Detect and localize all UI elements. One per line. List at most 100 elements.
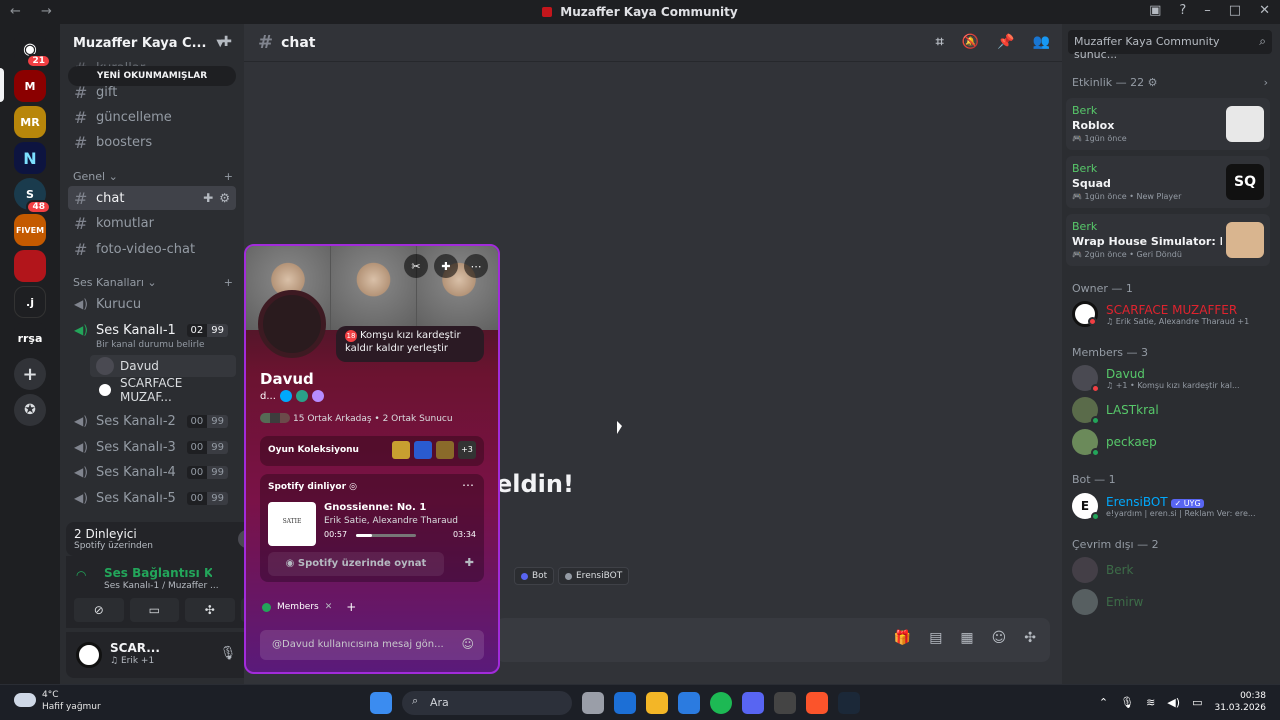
- profile-avatar[interactable]: [258, 290, 326, 358]
- channel-status[interactable]: Bir kanal durumu belirle: [96, 340, 205, 350]
- channel-chat[interactable]: # chat ✚ ⚙: [68, 186, 236, 210]
- minimize-button[interactable]: –: [1204, 3, 1211, 18]
- task-view-icon[interactable]: [582, 692, 604, 714]
- message-input[interactable]: @Davud kullanıcısına mesaj gön... ☺: [260, 630, 484, 660]
- direct-messages-icon[interactable]: ◉ 21: [14, 32, 51, 68]
- server-j-icon[interactable]: .j: [14, 286, 46, 318]
- voice-ses-kanali-3[interactable]: ◀) Ses Kanalı-3 00 99: [68, 435, 236, 459]
- add-server-icon[interactable]: +: [14, 358, 46, 390]
- voice-user-scarface[interactable]: SCARFACE MUZAF...: [90, 376, 236, 404]
- connection-sub[interactable]: Ses Kanalı-1 / Muzaffer ...: [104, 581, 219, 591]
- voice-ses-kanali-4[interactable]: ◀) Ses Kanalı-4 00 99: [68, 460, 236, 484]
- spotify-icon[interactable]: [710, 692, 732, 714]
- activities-icon[interactable]: ✣: [185, 598, 235, 622]
- gif-icon[interactable]: ▤: [929, 630, 942, 646]
- obs-icon[interactable]: [774, 692, 796, 714]
- album-cover[interactable]: SATIE: [268, 502, 316, 546]
- voice-kurucu[interactable]: ◀) Kurucu: [68, 292, 236, 316]
- member-davud[interactable]: Davud ♫ +1 • Komşu kızı kardeştir kal...: [1072, 362, 1272, 394]
- help-icon[interactable]: ?: [1179, 3, 1186, 18]
- activity-card[interactable]: Berk Squad 🎮 1gün önce • New Player SQ: [1066, 156, 1270, 208]
- sticker-icon[interactable]: ▦: [960, 630, 973, 646]
- clock[interactable]: 00:38 31.03.2026: [1214, 690, 1266, 714]
- server-mr-icon[interactable]: MR: [14, 106, 46, 138]
- mutuals[interactable]: 15 Ortak Arkadaş • 2 Ortak Sunucu: [260, 413, 453, 424]
- user-avatar[interactable]: [76, 642, 102, 668]
- taskbar-search[interactable]: ⌕ Ara: [402, 691, 572, 715]
- member-owner[interactable]: SCARFACE MUZAFFER ♫ Erik Satie, Alexandre…: [1072, 298, 1272, 330]
- server-header[interactable]: Muzaffer Kaya C... ▼ ✚: [60, 24, 244, 62]
- voice-ses-kanali-2[interactable]: ◀) Ses Kanalı-2 00 99: [68, 409, 236, 433]
- store-icon[interactable]: [678, 692, 700, 714]
- tray-chevron-icon[interactable]: ⌃: [1099, 696, 1108, 709]
- game-collection[interactable]: Oyun Koleksiyonu +3: [260, 436, 484, 466]
- microphone-icon[interactable]: 🎙: [220, 646, 237, 661]
- tag-bot[interactable]: Bot: [514, 567, 555, 585]
- gear-icon[interactable]: ⚙: [219, 191, 230, 205]
- pin-icon[interactable]: 📌: [997, 34, 1014, 50]
- more-icon[interactable]: ⋯: [462, 478, 474, 492]
- member-lastkral[interactable]: LASTkral: [1072, 394, 1272, 426]
- add-channel-icon[interactable]: +: [224, 170, 233, 183]
- gift-icon[interactable]: 🎁: [894, 630, 911, 646]
- screen-share-icon[interactable]: ▭: [129, 598, 179, 622]
- invite-icon[interactable]: ✚: [220, 34, 232, 50]
- listen-along-icon[interactable]: ✚: [465, 556, 474, 569]
- invite-icon[interactable]: ✚: [203, 191, 213, 205]
- add-friend-icon[interactable]: ✚: [434, 254, 458, 278]
- server-rrsa-icon[interactable]: rrşa: [14, 322, 46, 354]
- server-red-icon[interactable]: [14, 250, 46, 282]
- wifi-icon[interactable]: ≋: [1146, 696, 1155, 709]
- category-voice[interactable]: Ses Kanalları ⌄ +: [73, 276, 233, 289]
- threads-icon[interactable]: ⌗: [936, 34, 944, 50]
- voice-ses-kanali-5[interactable]: ◀) Ses Kanalı-5 00 99: [68, 486, 236, 510]
- steam-icon[interactable]: [838, 692, 860, 714]
- remove-role-icon[interactable]: ✕: [325, 602, 333, 612]
- camera-off-icon[interactable]: ⊘: [74, 598, 124, 622]
- server-fivem-icon[interactable]: FIVEM: [14, 214, 46, 246]
- server-muzaffer-icon[interactable]: M: [14, 70, 46, 102]
- search-input[interactable]: Muzaffer Kaya Community sunuc... ⌕: [1068, 30, 1272, 61]
- chevron-right-icon[interactable]: ›: [1264, 76, 1268, 89]
- emoji-icon[interactable]: ☺: [461, 637, 474, 651]
- inbox-icon[interactable]: ▣: [1149, 3, 1161, 18]
- discord-icon[interactable]: [742, 692, 764, 714]
- microphone-icon[interactable]: 🎙: [1120, 696, 1134, 709]
- battery-icon[interactable]: ▭: [1192, 696, 1202, 709]
- volume-icon[interactable]: ◀): [1167, 696, 1180, 709]
- file-explorer-icon[interactable]: [646, 692, 668, 714]
- activity-card[interactable]: Berk Wrap House Simulator: Pro... 🎮 2gün…: [1066, 214, 1270, 266]
- channel-guncelleme[interactable]: # güncelleme: [68, 105, 236, 129]
- tag-erensibot[interactable]: ErensiBOT: [558, 567, 630, 585]
- brave-icon[interactable]: [806, 692, 828, 714]
- more-icon[interactable]: ⋯: [464, 254, 488, 278]
- mute-icon[interactable]: ✂: [404, 254, 428, 278]
- member-berk[interactable]: Berk: [1072, 554, 1272, 586]
- channel-komutlar[interactable]: # komutlar: [68, 211, 236, 235]
- track-title[interactable]: Gnossienne: No. 1: [324, 502, 426, 513]
- voice-ses-kanali-1[interactable]: ◀) Ses Kanalı-1 02 99: [68, 318, 236, 342]
- discover-icon[interactable]: ✪: [14, 394, 46, 426]
- message-composer[interactable]: 🎁 ▤ ▦ ☺ ✣: [496, 618, 1050, 662]
- voice-user-davud[interactable]: Davud: [90, 355, 236, 377]
- notifications-off-icon[interactable]: 🔕: [962, 34, 979, 50]
- track-artist[interactable]: Erik Satie, Alexandre Tharaud: [324, 516, 458, 526]
- channel-gift[interactable]: # gift: [68, 80, 236, 104]
- server-s-icon[interactable]: S 48: [14, 178, 51, 214]
- add-role-icon[interactable]: +: [346, 600, 356, 614]
- user-name[interactable]: SCAR...: [110, 641, 160, 655]
- activity-card[interactable]: Berk Roblox 🎮 1gün önce: [1066, 98, 1270, 150]
- gear-icon[interactable]: ⚙: [1148, 76, 1158, 89]
- category-general[interactable]: Genel ⌄ +: [73, 170, 233, 183]
- channel-foto-video-chat[interactable]: # foto-video-chat: [68, 237, 236, 261]
- outlook-icon[interactable]: [614, 692, 636, 714]
- member-emirw[interactable]: Emirw: [1072, 586, 1272, 618]
- maximize-button[interactable]: □: [1229, 3, 1241, 18]
- play-on-spotify-button[interactable]: ◉ Spotify üzerinde oynat: [268, 552, 444, 576]
- signal-icon[interactable]: ◠: [76, 568, 86, 582]
- server-n-icon[interactable]: N: [14, 142, 46, 174]
- add-channel-icon[interactable]: +: [224, 276, 233, 289]
- apps-icon[interactable]: ✣: [1024, 630, 1036, 646]
- members-icon[interactable]: 👥: [1033, 34, 1050, 50]
- channel-boosters[interactable]: # boosters: [68, 130, 236, 154]
